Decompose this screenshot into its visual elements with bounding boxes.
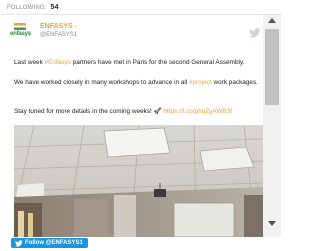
scroll-down-arrow-icon[interactable] <box>268 221 276 226</box>
tweet-text: We have worked closely in many workshops… <box>14 79 189 86</box>
tweet-paragraph-1: Last week #Enfasys partners have met in … <box>14 58 261 67</box>
hashtag-link[interactable]: #project <box>189 79 212 86</box>
tweet-text: work packages. <box>211 79 258 86</box>
avatar-logo-text: enfasys <box>10 31 31 37</box>
twitter-bird-icon[interactable] <box>249 28 261 38</box>
tweet-text: Stay tuned for more details in the comin… <box>14 108 154 115</box>
scrollbar[interactable] <box>263 15 281 237</box>
tweet-text: partners have met in Paris for the secon… <box>70 59 245 66</box>
scrollbar-thumb[interactable] <box>265 29 279 105</box>
tweet-text: Last week <box>14 59 45 66</box>
rocket-emoji-icon: 🚀 <box>153 108 162 115</box>
meeting-room-photo <box>14 125 263 237</box>
tweet-paragraph-3: Stay tuned for more details in the comin… <box>14 107 261 116</box>
tweet-photo[interactable] <box>14 125 263 237</box>
avatar[interactable]: enfasys <box>10 20 32 42</box>
scroll-up-arrow-icon[interactable] <box>268 18 276 23</box>
tweet-widget: enfasys ENFASYS - @ENFASYS1 Last week #E… <box>1 14 281 237</box>
following-count: 54 <box>50 4 59 11</box>
twitter-bird-icon <box>15 239 23 247</box>
enfasys-logo-icon <box>14 23 26 30</box>
tweet: enfasys ENFASYS - @ENFASYS1 Last week #E… <box>1 15 263 237</box>
follow-button[interactable]: Follow @ENFASYS1 <box>11 238 88 248</box>
following-label: FOLLOWING: <box>7 5 47 11</box>
following-counter: FOLLOWING: 54 <box>7 4 59 11</box>
tweet-paragraph-2: We have worked closely in many workshops… <box>14 78 261 87</box>
author-name[interactable]: ENFASYS - <box>40 23 77 30</box>
tweet-url-link[interactable]: https://t.co/phqZyAWB3f <box>162 108 232 115</box>
hashtag-link[interactable]: #Enfasys <box>45 59 71 66</box>
follow-button-label: Follow @ENFASYS1 <box>25 240 83 246</box>
author-handle[interactable]: @ENFASYS1 <box>40 32 77 38</box>
